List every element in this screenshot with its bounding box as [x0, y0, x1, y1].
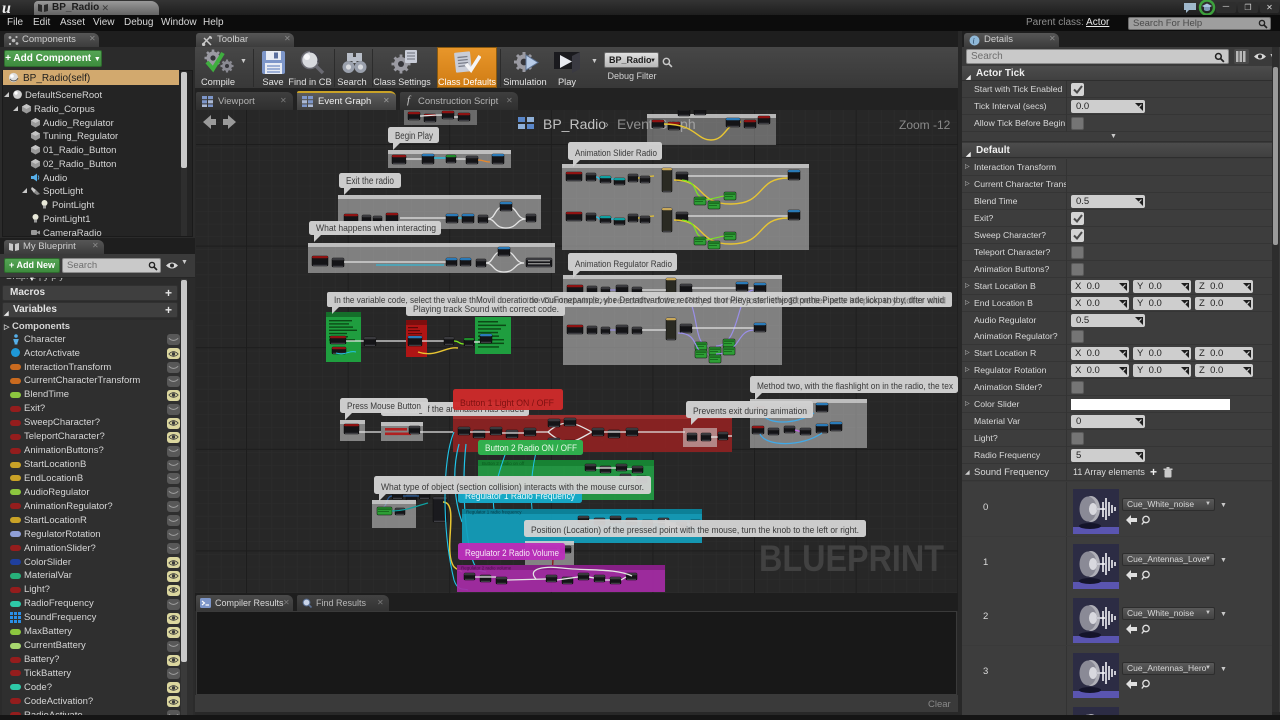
svg-text:Playing track Sound with corre: Playing track Sound with correct code.: [413, 304, 559, 314]
svg-text:Zoom -12: Zoom -12: [899, 118, 951, 132]
svg-text:Regulator 2 radio volume: Regulator 2 radio volume: [461, 566, 512, 571]
svg-text:Button 1 Light ON / OFF: Button 1 Light ON / OFF: [460, 398, 554, 409]
svg-text:Begin Play: Begin Play: [395, 131, 433, 142]
svg-text:u: u: [2, 0, 11, 15]
svg-text:Regulator 1 radio frequency: Regulator 1 radio frequency: [466, 510, 522, 515]
svg-text:i: i: [973, 37, 975, 46]
svg-text:Press Mouse Button: Press Mouse Button: [347, 401, 421, 411]
svg-text:What happens when interacting: What happens when interacting: [316, 223, 436, 233]
svg-text:Method two, with the flashligh: Method two, with the flashlight on in th…: [757, 381, 953, 391]
svg-text:Position (Location) of the pre: Position (Location) of the pressed point…: [531, 525, 859, 536]
svg-text:Regulator 2 Radio Volume: Regulator 2 Radio Volume: [465, 548, 559, 558]
svg-text:Prevents exit during animation: Prevents exit during animation: [693, 406, 807, 416]
svg-text:BP_Radio: BP_Radio: [543, 116, 606, 132]
svg-text:What type of object (section c: What type of object (section collision) …: [381, 482, 644, 493]
svg-text:Button 2 Radio ON / OFF: Button 2 Radio ON / OFF: [485, 443, 577, 453]
svg-text:Animation Slider Radio: Animation Slider Radio: [575, 148, 657, 158]
svg-text:the Dartadwindow recorthe d th: the Dartadwindow recorthe d thor Plays a…: [526, 296, 946, 306]
svg-text:›: ›: [605, 119, 609, 131]
svg-text:BLUEPRINT: BLUEPRINT: [759, 538, 944, 579]
svg-text:Button 2 Radio on off: Button 2 Radio on off: [482, 461, 525, 466]
svg-text:Animation Regulator Radio: Animation Regulator Radio: [575, 259, 672, 269]
svg-text:Exit the radio: Exit the radio: [346, 176, 394, 187]
